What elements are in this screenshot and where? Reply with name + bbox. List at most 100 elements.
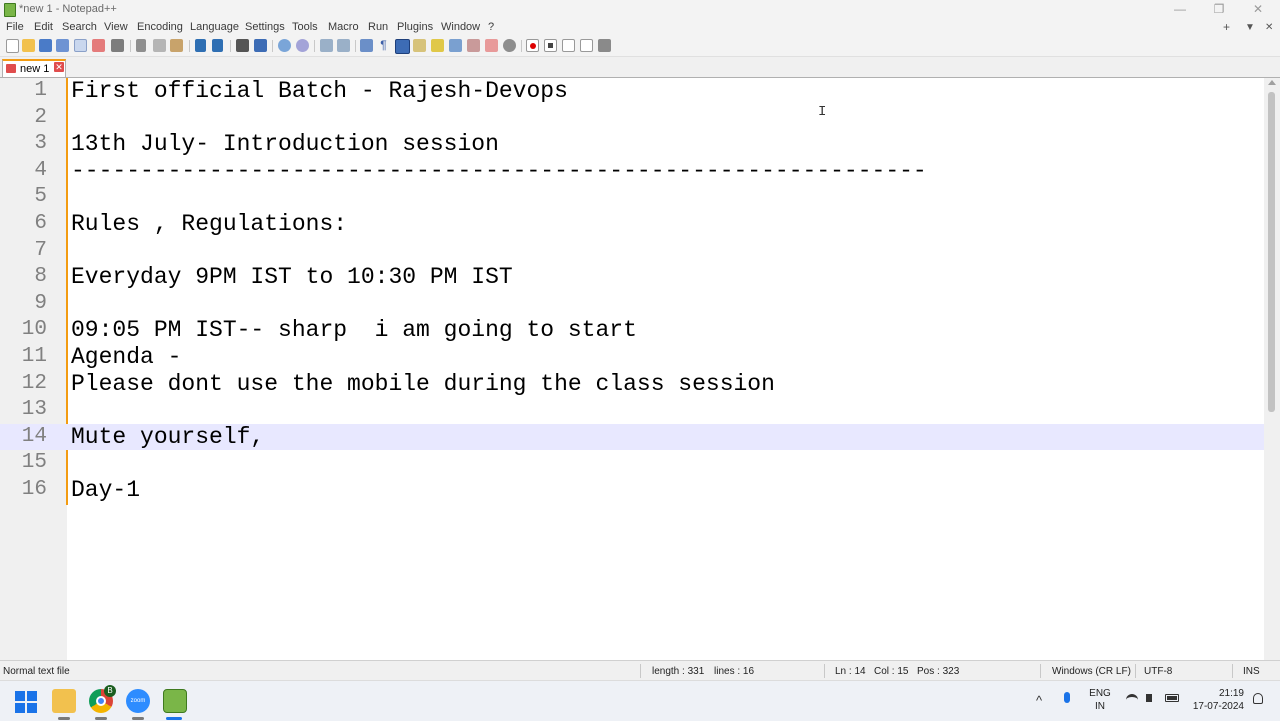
microphone-icon[interactable] [1064,692,1070,703]
paste-icon[interactable] [170,39,183,52]
status-eol[interactable]: Windows (CR LF) [1052,666,1131,677]
menu-window[interactable]: Window [441,21,480,33]
menu-run[interactable]: Run [368,21,388,33]
print-icon[interactable] [111,39,124,52]
new-file-icon[interactable] [6,39,19,53]
replace-icon[interactable] [254,39,267,52]
line-text[interactable]: Everyday 9PM IST to 10:30 PM IST [71,264,513,291]
function-list-icon[interactable] [449,39,462,52]
editor-line[interactable]: 4 ---------------------------------------… [0,158,1264,185]
menu-plugins[interactable]: Plugins [397,21,433,33]
editor-line[interactable]: 15 [0,450,1264,477]
undo-icon[interactable] [195,39,206,52]
start-recording-icon[interactable] [526,39,539,52]
wifi-icon[interactable] [1126,694,1138,705]
editor-line[interactable]: 8 Everyday 9PM IST to 10:30 PM IST [0,264,1264,291]
cut-icon[interactable] [136,39,146,52]
file-explorer-icon[interactable] [52,689,76,713]
copy-icon[interactable] [153,39,166,52]
zoom-in-icon[interactable] [278,39,291,52]
editor-line[interactable]: 13 [0,397,1264,424]
show-all-characters-icon[interactable]: ¶ [377,39,390,52]
editor-line[interactable]: 14 Mute yourself, [0,423,1264,451]
system-clock[interactable]: 21:19 17-07-2024 [1186,687,1244,713]
tab-new-1[interactable]: new 1 ✕ [2,59,66,77]
editor-line[interactable]: 7 [0,238,1264,265]
close-document-icon[interactable]: ✕ [1265,22,1273,33]
tab-list-down-icon[interactable]: ▼ [1245,22,1255,33]
zoom-app-icon[interactable]: zoom [126,689,150,713]
line-text[interactable]: ----------------------------------------… [71,158,927,185]
udl-icon[interactable] [413,39,426,52]
notification-bell-icon[interactable] [1253,693,1263,704]
menu-language[interactable]: Language [190,21,239,33]
sync-vertical-icon[interactable] [320,39,333,52]
playback-icon[interactable] [562,39,575,52]
menu-macro[interactable]: Macro [328,21,359,33]
word-wrap-icon[interactable] [360,39,373,52]
new-tab-plus-icon[interactable]: + [1223,20,1230,34]
line-text[interactable]: 09:05 PM IST-- sharp i am going to start [71,317,637,344]
record-macro-icon-alt[interactable] [503,39,516,52]
find-icon[interactable] [236,39,249,52]
save-icon[interactable] [39,39,52,52]
windows-start-icon[interactable] [15,691,37,713]
editor-line[interactable]: 5 [0,184,1264,211]
editor-line[interactable]: 2 [0,105,1264,132]
menu-encoding[interactable]: Encoding [137,21,183,33]
close-window-button[interactable]: ✕ [1248,1,1268,18]
notepadpp-taskbar-icon[interactable] [163,689,187,713]
menu-view[interactable]: View [104,21,128,33]
line-text[interactable]: First official Batch - Rajesh-Devops [71,78,568,105]
status-encoding[interactable]: UTF-8 [1144,666,1172,677]
save-macro-icon[interactable] [598,39,611,52]
line-text[interactable]: Please dont use the mobile during the cl… [71,371,775,398]
scrollbar-thumb[interactable] [1268,92,1275,412]
restore-button[interactable]: ❐ [1209,1,1229,18]
menu-tools[interactable]: Tools [292,21,318,33]
vertical-scrollbar[interactable] [1264,78,1280,660]
menu-settings[interactable]: Settings [245,21,285,33]
minimize-button[interactable]: — [1170,1,1190,18]
sync-horizontal-icon[interactable] [337,39,350,52]
doc-map-icon[interactable] [431,39,444,52]
language-indicator[interactable]: ENG IN [1086,687,1114,713]
line-text[interactable]: 13th July- Introduction session [71,131,499,158]
redo-icon[interactable] [212,39,223,52]
line-text[interactable]: Day-1 [71,477,140,504]
indent-guide-icon[interactable] [395,39,410,54]
zoom-out-icon[interactable] [296,39,309,52]
close-file-icon[interactable] [74,39,87,52]
folder-workspace-icon[interactable] [467,39,480,52]
run-multiple-icon[interactable] [580,39,593,52]
editor-line[interactable]: 10 09:05 PM IST-- sharp i am going to sta… [0,317,1264,344]
toolbar-separator [521,40,522,52]
show-hidden-icons-chevron-icon[interactable]: ^ [1036,693,1042,708]
save-all-icon[interactable] [56,39,69,52]
chrome-icon[interactable]: B [89,685,116,713]
line-text[interactable]: Agenda - [71,344,181,371]
editor-line[interactable]: 11 Agenda - [0,344,1264,371]
line-text[interactable]: Rules , Regulations: [71,211,347,238]
editor-line[interactable]: 6 Rules , Regulations: [0,211,1264,238]
stop-recording-icon[interactable] [544,39,557,52]
line-text[interactable]: Mute yourself, [71,424,264,451]
editor-area[interactable]: 1 First official Batch - Rajesh-Devops 2 3 1… [0,78,1280,660]
scroll-up-arrow-icon[interactable] [1268,80,1276,85]
battery-icon[interactable] [1165,694,1179,702]
editor-line[interactable]: 9 [0,291,1264,318]
menu-file[interactable]: File [6,21,24,33]
close-all-icon[interactable] [92,39,105,52]
editor-line[interactable]: 12 Please dont use the mobile during the … [0,371,1264,398]
monitoring-icon[interactable] [485,39,498,52]
menu-edit[interactable]: Edit [34,21,53,33]
volume-icon[interactable] [1146,694,1152,702]
editor-line[interactable]: 1 First official Batch - Rajesh-Devops [0,78,1264,105]
tab-close-icon[interactable]: ✕ [54,62,64,72]
editor-line[interactable]: 16 Day-1 [0,477,1264,504]
open-file-icon[interactable] [22,39,35,52]
status-insert-mode[interactable]: INS [1243,666,1260,677]
menu-search[interactable]: Search [62,21,97,33]
menu-help[interactable]: ? [488,21,494,33]
editor-line[interactable]: 3 13th July- Introduction session [0,131,1264,158]
